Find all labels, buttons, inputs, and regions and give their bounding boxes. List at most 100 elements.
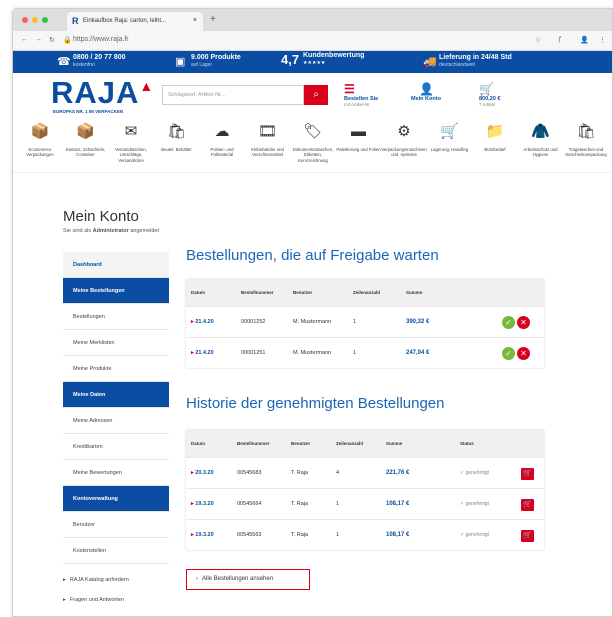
category-label: Tragetaschen und Geschenkverpackung	[565, 147, 607, 158]
approve-icon[interactable]: ✓	[502, 316, 515, 329]
search-input[interactable]: Schlagwort, Artikel-Nr...	[162, 85, 304, 105]
order-user: M. Mustermann	[293, 350, 332, 356]
sidebar-item[interactable]: Kontoverwaltung	[63, 486, 169, 512]
sidebar-item[interactable]: Benutzer	[63, 512, 169, 538]
tab-title: Einkaufbox Raja: carton, leiht...	[83, 18, 167, 24]
reorder-cart-icon[interactable]: 🛒	[521, 468, 534, 480]
category-item[interactable]: 🎞 Klebebänder und Verschlussmittel	[245, 117, 291, 158]
category-9-icon: ⚙	[397, 123, 411, 140]
delivery-info: 🚚 Lieferung in 24/48 Std deutschlandweit	[423, 54, 512, 68]
table-header: Datum Bestellnummer Benutzer Zeilenanzahl Su…	[186, 279, 544, 306]
hotline-info[interactable]: ☎ 0800 / 20 77 800 kostenfrei	[57, 54, 126, 68]
list-icon: ☰	[344, 82, 355, 96]
minimize-window-icon[interactable]	[32, 17, 38, 23]
menu-icon[interactable]: ⋮	[599, 36, 606, 44]
url-field[interactable]: https://www.raja.fr	[73, 36, 129, 43]
category-item[interactable]: 🛍 Beutel, Behälter	[154, 117, 200, 152]
column-header: Benutzer	[293, 290, 313, 295]
order-date[interactable]: 20.3.20	[191, 470, 213, 476]
account-icon[interactable]: 👤	[580, 36, 589, 44]
sidebar-item[interactable]: Meine Adressen	[63, 408, 169, 434]
approve-icon[interactable]: ✓	[502, 347, 515, 360]
column-header: Datum	[191, 441, 206, 446]
table-row[interactable]: 20.3.20 00545683 T. Raja 4 221,76 € ✓ genehmi…	[186, 457, 544, 488]
category-8-icon: ▬	[351, 123, 366, 140]
sidebar-link-catalog[interactable]: ▸ RAJA Katalog anfordern	[63, 577, 129, 583]
order-user: T. Raja	[291, 501, 309, 507]
maximize-window-icon[interactable]	[42, 17, 48, 23]
category-4-icon: 🛍	[166, 123, 187, 140]
category-item[interactable]: ▬ Palettierung und Folien	[336, 117, 382, 152]
reject-icon[interactable]: ✕	[517, 316, 530, 329]
table-row[interactable]: 21.4.20 00001252 M. Mustermann 1 390,32 € ✓✕	[186, 306, 544, 337]
sidebar-item[interactable]: Meine Daten	[63, 382, 169, 408]
category-item[interactable]: ⚙ Verpackungsmaschinen und -systeme	[381, 117, 427, 158]
order-date[interactable]: 19.3.20	[191, 501, 213, 507]
sidebar-item[interactable]: Meine Merklisten	[63, 330, 169, 356]
products-info: ▣ 9.000 Produkte auf Lager	[175, 54, 241, 68]
category-item[interactable]: ✉ Versandtaschen, Umschläge, Versandrohre	[108, 117, 154, 163]
bookmark-star-icon[interactable]: ☆	[535, 36, 541, 44]
order-date[interactable]: 19.3.20	[191, 532, 213, 538]
column-header: Summe	[406, 290, 423, 295]
table-row[interactable]: 19.3.20 00545664 T. Raja 1 108,17 € ✓ genehmi…	[186, 488, 544, 519]
category-item[interactable]: 📁 Bürobedarf	[472, 117, 518, 152]
category-item[interactable]: 🛍 Tragetaschen und Geschenkverpackung	[563, 117, 609, 158]
order-date[interactable]: 21.4.20	[191, 319, 213, 325]
back-icon[interactable]: ←	[21, 36, 28, 43]
table-row[interactable]: 19.3.20 00545563 T. Raja 1 108,17 € ✓ genehmi…	[186, 519, 544, 550]
tab-bar: R Einkaufbox Raja: carton, leiht... × +	[13, 9, 612, 31]
sidebar-item[interactable]: Kreditkarten	[63, 434, 169, 460]
pending-orders-title: Bestellungen, die auf Freigabe warten	[186, 247, 439, 264]
category-7-icon: 🏷	[303, 123, 323, 140]
order-user: M. Mustermann	[293, 319, 332, 325]
forward-icon[interactable]: →	[35, 36, 42, 43]
category-item[interactable]: 📦 Kartons, Schachteln, Container	[63, 117, 109, 158]
sidebar-item[interactable]: Dashboard	[63, 252, 169, 278]
info-bar: ☎ 0800 / 20 77 800 kostenfrei ▣ 9.000 Pr…	[13, 51, 612, 73]
reorder-cart-icon[interactable]: 🛒	[521, 499, 534, 511]
sidebar-item[interactable]: Meine Bewertungen	[63, 460, 169, 486]
status-badge: ✓ genehmigt	[460, 532, 489, 538]
reject-icon[interactable]: ✕	[517, 347, 530, 360]
tab-close-icon[interactable]: ×	[193, 17, 197, 24]
table-row[interactable]: 21.4.20 00001251 M. Mustermann 1 247,04 € ✓✕	[186, 337, 544, 368]
new-tab-icon[interactable]: +	[210, 14, 216, 25]
order-number: 00545683	[237, 470, 262, 476]
order-date[interactable]: 21.4.20	[191, 350, 213, 356]
sidebar-item[interactable]: Bestellungen	[63, 304, 169, 330]
category-13-icon: 🛍	[576, 123, 596, 140]
category-item[interactable]: 🏷 Dokumententaschen, Etiketten, Kennzeich…	[290, 117, 336, 163]
browser-tab[interactable]: R Einkaufbox Raja: carton, leiht... ×	[67, 12, 203, 31]
address-bar: ← → ↻ 🔒 https://www.raja.fr ☆ ƒ 👤 ⋮	[13, 31, 612, 51]
extension-icon[interactable]: ƒ	[558, 36, 562, 43]
truck-icon: ▣	[175, 56, 186, 68]
category-item[interactable]: 📦 Ecommerce Verpackungen	[17, 117, 63, 158]
order-lines: 4	[336, 470, 340, 476]
sidebar-item[interactable]: Meine Produkte	[63, 356, 169, 382]
my-account-button[interactable]: 👤 Mein Konto	[411, 82, 441, 102]
reorder-cart-icon[interactable]: 🛒	[521, 530, 534, 542]
user-icon: 👤	[419, 82, 434, 96]
order-number: 00001251	[241, 350, 266, 356]
search-button[interactable]: ⌕	[304, 85, 328, 105]
category-item[interactable]: 🧥 Arbeitsschutz und Hygiene	[518, 117, 564, 158]
sidebar-item[interactable]: Meine Bestellungen	[63, 278, 169, 304]
category-item[interactable]: ☁ Polster- und Füllmaterial	[199, 117, 245, 158]
raja-logo[interactable]: RAJA▲	[51, 75, 154, 111]
sidebar-item[interactable]: Kostenstellen	[63, 538, 169, 564]
sidebar-link-faq[interactable]: ▸ Fragen und Antworten	[63, 597, 124, 603]
reload-icon[interactable]: ↻	[49, 36, 55, 44]
category-item[interactable]: 🛒 Lagerung, Handling	[427, 117, 473, 152]
all-orders-button[interactable]: › Alle Bestellungen ansehen	[186, 569, 310, 590]
cart-button[interactable]: 🛒 800,20 €7 Artikel	[479, 82, 500, 107]
rating-info[interactable]: 4,7 Kundenbewertung ★★★★★	[281, 52, 364, 67]
order-lines: 1	[336, 532, 340, 538]
category-label: Klebebänder und Verschlussmittel	[251, 147, 284, 158]
lock-icon: 🔒	[63, 37, 72, 44]
close-window-icon[interactable]	[22, 17, 28, 23]
category-11-icon: 📁	[485, 123, 505, 140]
order-number: 00001252	[241, 319, 266, 325]
order-by-number-button[interactable]: ☰ Bestellen Sie mit Artikel-Nr	[344, 82, 378, 107]
column-header: Bestellnummer	[237, 441, 270, 446]
